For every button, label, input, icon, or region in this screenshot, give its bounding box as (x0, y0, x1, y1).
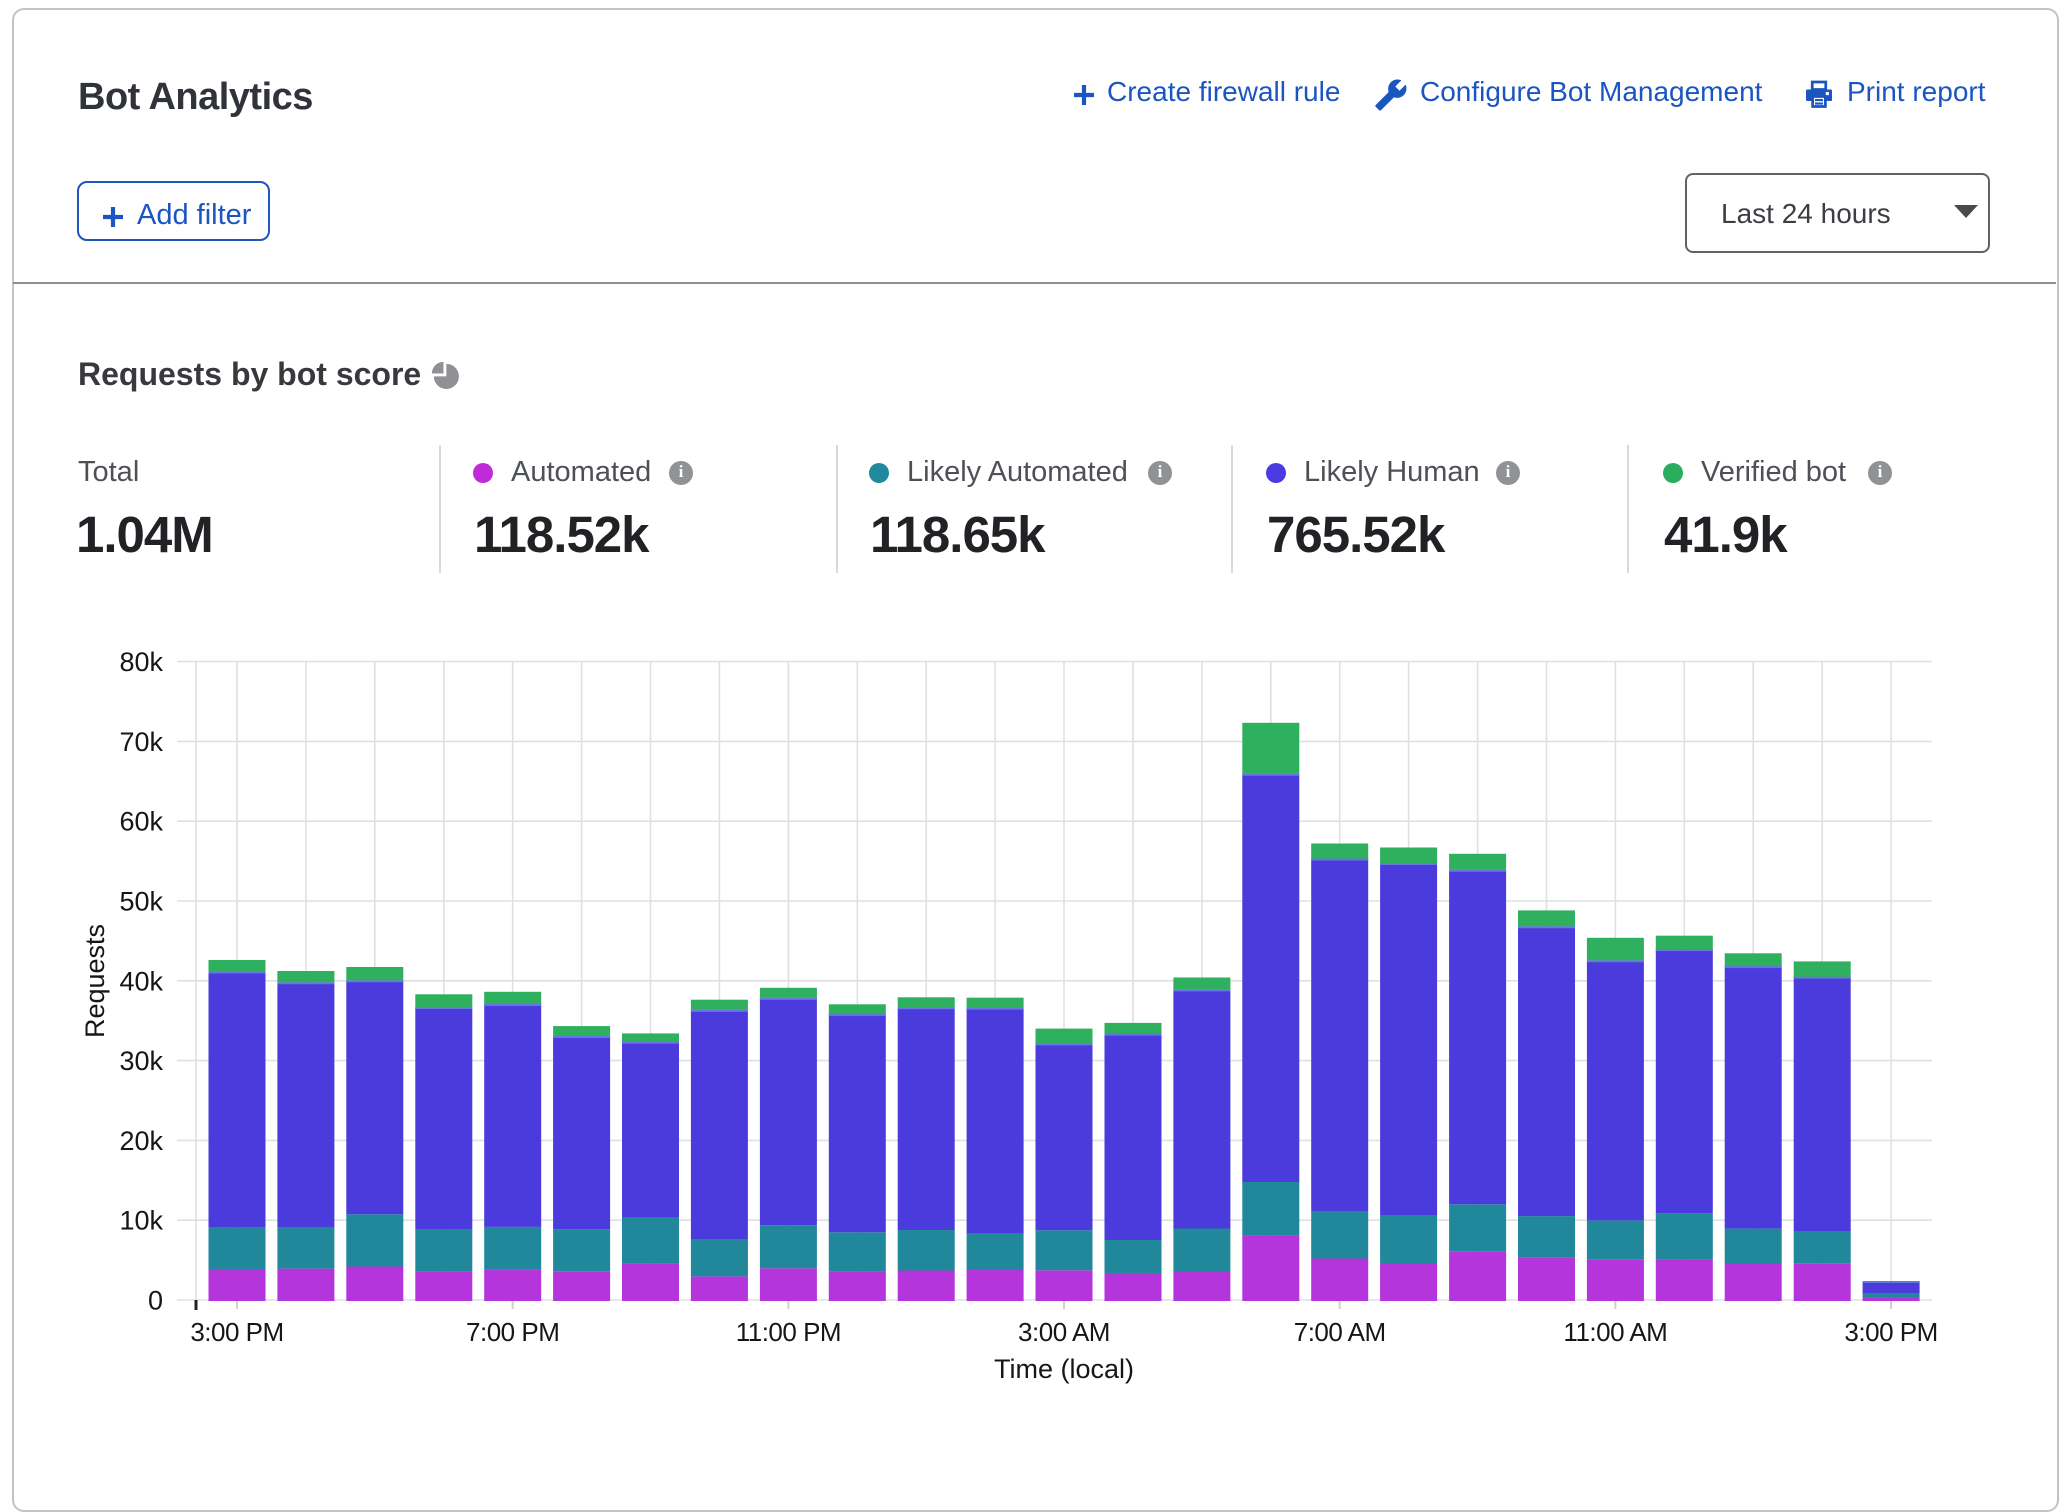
svg-text:0: 0 (148, 1286, 163, 1316)
svg-text:3:00 PM: 3:00 PM (1844, 1317, 1937, 1347)
svg-text:70k: 70k (119, 727, 163, 757)
svg-text:11:00 PM: 11:00 PM (736, 1317, 841, 1347)
svg-text:Time (local): Time (local) (994, 1354, 1134, 1384)
svg-text:40k: 40k (119, 966, 163, 996)
svg-text:3:00 AM: 3:00 AM (1018, 1317, 1110, 1347)
svg-text:Requests: Requests (80, 924, 110, 1038)
svg-text:30k: 30k (119, 1046, 163, 1076)
svg-text:60k: 60k (119, 807, 163, 837)
svg-text:20k: 20k (119, 1126, 163, 1156)
svg-text:50k: 50k (119, 887, 163, 917)
svg-text:10k: 10k (119, 1206, 163, 1236)
svg-text:80k: 80k (119, 647, 163, 677)
svg-text:11:00 AM: 11:00 AM (1563, 1317, 1667, 1347)
svg-text:7:00 PM: 7:00 PM (466, 1317, 559, 1347)
svg-text:3:00 PM: 3:00 PM (190, 1317, 283, 1347)
svg-text:7:00 AM: 7:00 AM (1294, 1317, 1386, 1347)
